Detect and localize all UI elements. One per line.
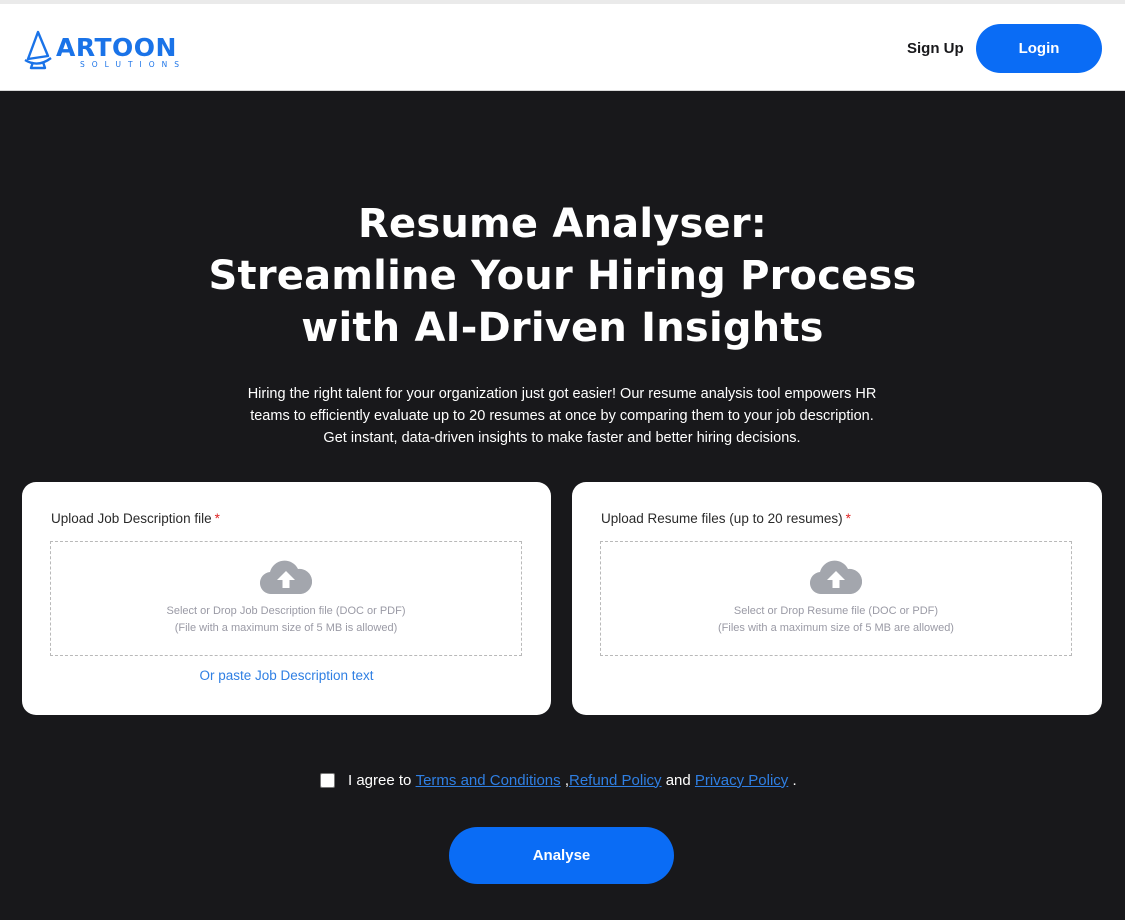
paste-job-description-link[interactable]: Or paste Job Description text (22, 668, 551, 683)
intro-description: Hiring the right talent for your organiz… (212, 383, 912, 449)
cloud-upload-icon (810, 560, 862, 595)
required-marker: * (845, 511, 851, 526)
artoon-logo-icon: ARTOON SOLUTIONS (24, 30, 182, 70)
required-marker: * (214, 511, 220, 526)
job-description-card: Upload Job Description file * Select or D… (22, 482, 551, 715)
title-line: with AI-Driven Insights (301, 305, 824, 351)
resume-upload-label: Upload Resume files (up to 20 resumes) * (601, 511, 851, 526)
signup-link[interactable]: Sign Up (907, 40, 964, 57)
agree-and: and (665, 771, 691, 789)
title-line: Resume Analyser: (357, 201, 768, 247)
job-description-label-text: Upload Job Description file (51, 511, 212, 526)
dropzone-hint: Select or Drop Resume file (DOC or PDF) (733, 605, 939, 617)
cloud-upload-icon (260, 560, 312, 595)
resume-upload-label-text: Upload Resume files (up to 20 resumes) (601, 511, 843, 526)
title-line: Streamline Your Hiring Process (208, 253, 917, 299)
analyse-button[interactable]: Analyse (449, 827, 674, 884)
job-description-label: Upload Job Description file * (51, 511, 220, 526)
description-line: Hiring the right talent for your organiz… (247, 386, 877, 402)
description-line: teams to efficiently evaluate up to 20 r… (250, 408, 874, 424)
agreement-row: I agree to Terms and Conditions , Refund … (320, 770, 797, 790)
logo-word: ARTOON (56, 33, 177, 62)
agree-checkbox[interactable] (320, 772, 335, 788)
refund-policy-link[interactable]: Refund Policy (569, 772, 662, 789)
logo-subtitle: SOLUTIONS (80, 60, 182, 69)
dropzone-size-hint: (File with a maximum size of 5 MB is all… (174, 622, 398, 634)
page-title: Resume Analyser: Streamline Your Hiring … (0, 198, 1125, 354)
terms-link[interactable]: Terms and Conditions (416, 772, 561, 789)
resume-dropzone[interactable]: Select or Drop Resume file (DOC or PDF) … (600, 541, 1072, 656)
login-button[interactable]: Login (976, 24, 1102, 73)
artoon-logo[interactable]: ARTOON SOLUTIONS (22, 26, 182, 76)
agree-suffix: . (792, 771, 797, 789)
dropzone-hint: Select or Drop Job Description file (DOC… (166, 605, 406, 617)
dropzone-size-hint: (Files with a maximum size of 5 MB are a… (718, 622, 954, 634)
job-description-dropzone[interactable]: Select or Drop Job Description file (DOC… (50, 541, 522, 656)
resume-upload-card: Upload Resume files (up to 20 resumes) * … (572, 482, 1102, 715)
agree-prefix: I agree to (348, 771, 412, 789)
description-line: Get instant, data-driven insights to mak… (323, 430, 801, 446)
top-header: ARTOON SOLUTIONS Sign Up Login (0, 0, 1125, 91)
privacy-policy-link[interactable]: Privacy Policy (695, 772, 788, 789)
